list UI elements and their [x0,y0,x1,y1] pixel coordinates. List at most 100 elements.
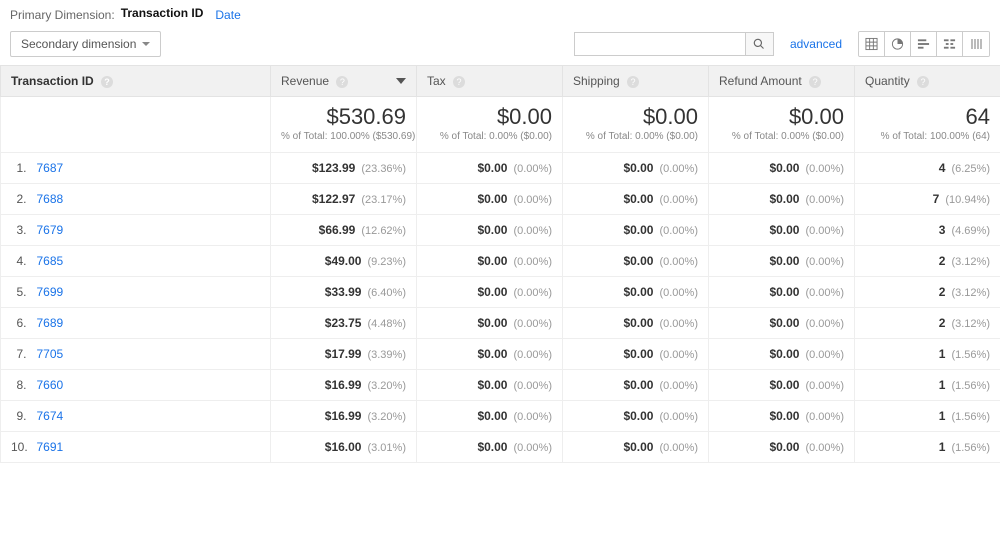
revenue-percent: (12.62%) [361,225,406,237]
shipping-cell: $0.00(0.00%) [563,432,709,463]
table-row: 2.7688$122.97(23.17%)$0.00(0.00%)$0.00(0… [1,184,1000,215]
tax-percent: (0.00%) [513,163,552,175]
tax-cell: $0.00(0.00%) [417,277,563,308]
transaction-id-link[interactable]: 7691 [37,440,64,454]
help-icon[interactable]: ? [453,76,465,88]
view-bar-button[interactable] [911,32,937,56]
tax-value: $0.00 [477,440,507,454]
refund-cell: $0.00(0.00%) [709,339,855,370]
quantity-value: 1 [939,347,946,361]
total-revenue-sub: % of Total: 100.00% ($530.69) [281,131,406,142]
tax-value: $0.00 [477,409,507,423]
quantity-percent: (3.12%) [951,318,990,330]
shipping-cell: $0.00(0.00%) [563,308,709,339]
view-pivot-button[interactable] [963,32,989,56]
transaction-id-link[interactable]: 7687 [37,161,64,175]
col-header-refund[interactable]: Refund Amount ? [709,66,855,97]
quantity-percent: (3.12%) [951,287,990,299]
shipping-percent: (0.00%) [659,380,698,392]
primary-dimension-date[interactable]: Date [215,8,240,22]
secondary-dimension-dropdown[interactable]: Secondary dimension [10,31,161,57]
refund-cell: $0.00(0.00%) [709,246,855,277]
refund-cell: $0.00(0.00%) [709,277,855,308]
tax-percent: (0.00%) [513,318,552,330]
shipping-cell: $0.00(0.00%) [563,277,709,308]
quantity-cell: 1(1.56%) [855,432,1000,463]
revenue-cell: $17.99(3.39%) [271,339,417,370]
help-icon[interactable]: ? [917,76,929,88]
table-icon [865,37,878,51]
refund-percent: (0.00%) [805,163,844,175]
advanced-link[interactable]: advanced [790,37,842,51]
quantity-value: 1 [939,378,946,392]
tax-cell: $0.00(0.00%) [417,184,563,215]
revenue-percent: (6.40%) [367,287,406,299]
refund-value: $0.00 [769,285,799,299]
search-input[interactable] [575,33,745,55]
refund-percent: (0.00%) [805,442,844,454]
col-header-revenue[interactable]: Revenue ? [271,66,417,97]
table-row: 4.7685$49.00(9.23%)$0.00(0.00%)$0.00(0.0… [1,246,1000,277]
quantity-value: 7 [933,192,940,206]
help-icon[interactable]: ? [336,76,348,88]
quantity-percent: (1.56%) [951,442,990,454]
help-icon[interactable]: ? [627,76,639,88]
quantity-cell: 1 (1.56%) [855,339,1000,370]
quantity-percent: (4.69%) [951,225,990,237]
shipping-value: $0.00 [623,316,653,330]
secondary-dimension-label: Secondary dimension [21,37,136,51]
revenue-cell: $23.75(4.48%) [271,308,417,339]
col-header-transaction-id[interactable]: Transaction ID ? [1,66,271,97]
transaction-id-link[interactable]: 7699 [37,285,64,299]
comparison-icon [943,37,956,51]
transaction-id-link[interactable]: 7688 [37,192,64,206]
transaction-id-link[interactable]: 7679 [37,223,64,237]
col-header-tax[interactable]: Tax ? [417,66,563,97]
row-index: 10. [1,432,31,463]
help-icon[interactable]: ? [101,76,113,88]
quantity-cell: 7(10.94%) [855,184,1000,215]
transaction-id-cell: 7688 [31,184,271,215]
quantity-percent: (1.56%) [951,349,990,361]
total-quantity: 64 [865,105,990,129]
quantity-value: 2 [939,254,946,268]
transaction-id-link[interactable]: 7674 [37,409,64,423]
revenue-cell: $33.99 (6.40%) [271,277,417,308]
row-index: 9. [1,401,31,432]
refund-cell: $0.00(0.00%) [709,432,855,463]
refund-cell: $0.00(0.00%) [709,153,855,184]
revenue-percent: (23.17%) [361,194,406,206]
refund-cell: $0.00(0.00%) [709,308,855,339]
refund-percent: (0.00%) [805,225,844,237]
quantity-cell: 4(6.25%) [855,153,1000,184]
revenue-percent: (3.01%) [367,442,406,454]
view-comparison-button[interactable] [937,32,963,56]
transaction-id-link[interactable]: 7705 [37,347,64,361]
transaction-id-cell: 7660 [31,370,271,401]
transaction-id-link[interactable]: 7689 [37,316,64,330]
search-button[interactable] [745,33,773,55]
primary-dimension-transaction-id[interactable]: Transaction ID [121,6,204,23]
view-table-button[interactable] [859,32,885,56]
shipping-value: $0.00 [623,192,653,206]
revenue-cell: $16.00(3.01%) [271,432,417,463]
tax-cell: $0.00(0.00%) [417,432,563,463]
total-revenue: $530.69 [281,105,406,129]
refund-cell: $0.00(0.00%) [709,184,855,215]
revenue-value: $16.99 [325,378,362,392]
view-pie-button[interactable] [885,32,911,56]
refund-value: $0.00 [769,316,799,330]
revenue-value: $33.99 [325,285,362,299]
col-header-quantity[interactable]: Quantity ? [855,66,1000,97]
col-header-shipping[interactable]: Shipping ? [563,66,709,97]
table-row: 7.7705$17.99(3.39%)$0.00(0.00%)$0.00(0.0… [1,339,1000,370]
shipping-value: $0.00 [623,161,653,175]
tax-value: $0.00 [477,254,507,268]
transaction-id-link[interactable]: 7685 [37,254,64,268]
help-icon[interactable]: ? [809,76,821,88]
tax-cell: $0.00(0.00%) [417,308,563,339]
transaction-id-link[interactable]: 7660 [37,378,64,392]
total-tax-sub: % of Total: 0.00% ($0.00) [427,131,552,142]
tax-value: $0.00 [477,285,507,299]
revenue-percent: (9.23%) [367,256,406,268]
